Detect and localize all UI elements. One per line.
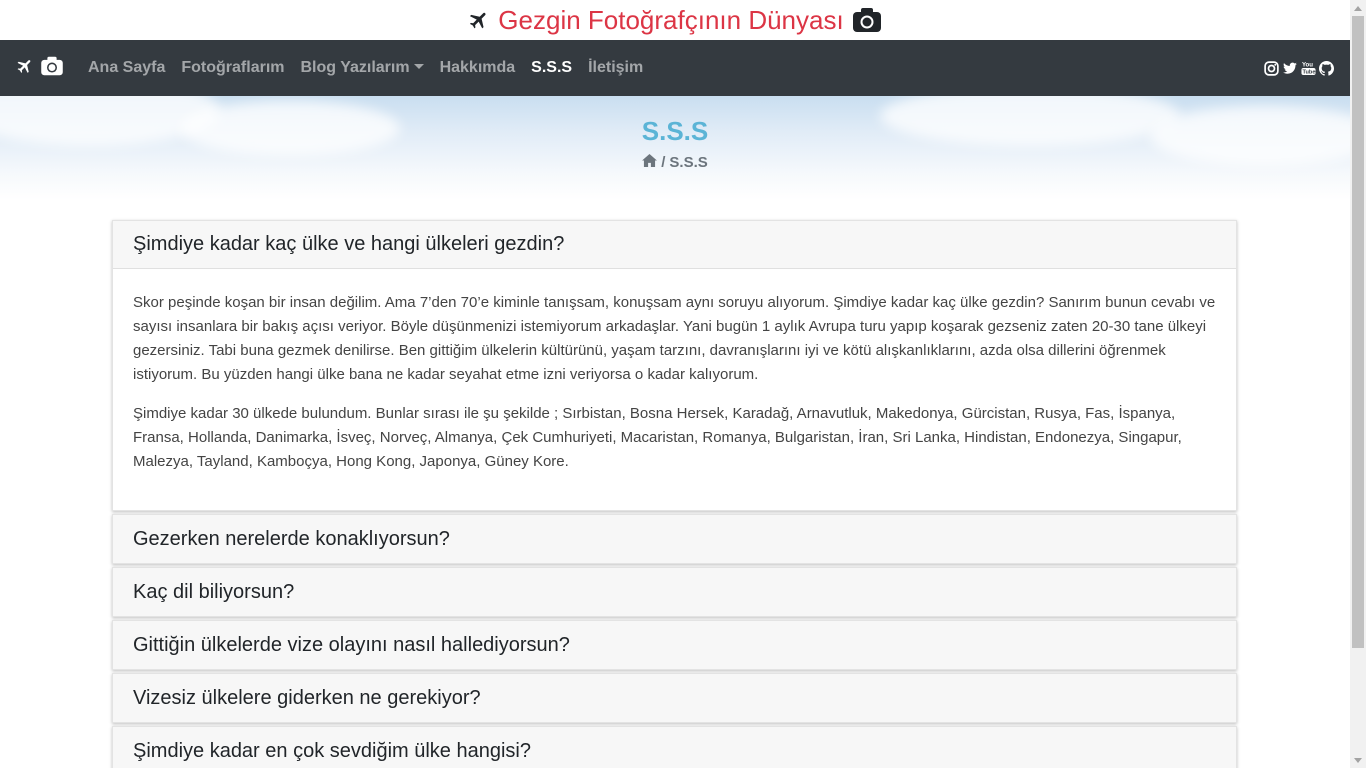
breadcrumb-separator: / bbox=[661, 154, 666, 171]
camera-icon bbox=[852, 7, 882, 33]
scroll-down-arrow-icon[interactable] bbox=[1350, 752, 1366, 768]
vertical-scrollbar[interactable] bbox=[1350, 0, 1366, 768]
svg-text:Tube: Tube bbox=[1303, 70, 1316, 76]
nav-links: Ana Sayfa Fotoğraflarım Blog Yazılarım H… bbox=[80, 40, 651, 96]
site-title[interactable]: Gezgin Fotoğrafçının Dünyası bbox=[498, 2, 843, 38]
nav-link-about[interactable]: Hakkımda bbox=[432, 40, 524, 96]
faq-answer-paragraph: Şimdiye kadar 30 ülkede bulundum. Bunlar… bbox=[133, 405, 1182, 470]
faq-question[interactable]: Vizesiz ülkelere giderken ne gerekiyor? bbox=[113, 674, 1236, 722]
breadcrumb-current: S.S.S bbox=[669, 154, 708, 171]
scrollbar-thumb[interactable] bbox=[1352, 16, 1364, 648]
faq-item: Gittiğin ülkelerde vize olayını nasıl ha… bbox=[112, 620, 1237, 670]
faq-item: Şimdiye kadar en çok sevdiğim ülke hangi… bbox=[112, 726, 1237, 768]
faq-answer: Skor peşinde koşan bir insan değilim. Am… bbox=[113, 269, 1236, 510]
nav-link-faq[interactable]: S.S.S bbox=[523, 40, 580, 96]
svg-text:You: You bbox=[1302, 62, 1313, 69]
social-links: You Tube bbox=[1264, 60, 1334, 76]
instagram-icon[interactable] bbox=[1264, 60, 1279, 76]
faq-question[interactable]: Gittiğin ülkelerde vize olayını nasıl ha… bbox=[113, 621, 1236, 669]
faq-item: Vizesiz ülkelere giderken ne gerekiyor? bbox=[112, 673, 1237, 723]
faq-accordion: Şimdiye kadar kaç ülke ve hangi ülkeleri… bbox=[112, 220, 1237, 768]
page-hero: S.S.S / S.S.S bbox=[0, 96, 1350, 200]
faq-question[interactable]: Şimdiye kadar kaç ülke ve hangi ülkeleri… bbox=[113, 221, 1236, 269]
faq-item: Kaç dil biliyorsun? bbox=[112, 567, 1237, 617]
nav-link-blog-label: Blog Yazılarım bbox=[300, 59, 410, 76]
breadcrumb: / S.S.S bbox=[0, 154, 1350, 171]
camera-icon bbox=[40, 56, 64, 81]
faq-question[interactable]: Kaç dil biliyorsun? bbox=[113, 568, 1236, 616]
faq-question[interactable]: Gezerken nerelerde konaklıyorsun? bbox=[113, 515, 1236, 563]
faq-item: Gezerken nerelerde konaklıyorsun? bbox=[112, 514, 1237, 564]
plane-icon bbox=[16, 57, 34, 80]
scroll-up-arrow-icon[interactable] bbox=[1350, 0, 1366, 16]
main-navbar: Ana Sayfa Fotoğraflarım Blog Yazılarım H… bbox=[0, 40, 1350, 96]
plane-icon bbox=[468, 9, 490, 31]
twitter-icon[interactable] bbox=[1282, 61, 1298, 76]
navbar-brand[interactable] bbox=[16, 56, 64, 81]
nav-link-home[interactable]: Ana Sayfa bbox=[80, 40, 173, 96]
nav-link-blog-dropdown[interactable]: Blog Yazılarım bbox=[293, 40, 432, 96]
nav-link-contact[interactable]: İletişim bbox=[580, 40, 651, 96]
faq-item: Şimdiye kadar kaç ülke ve hangi ülkeleri… bbox=[112, 220, 1237, 511]
faq-question[interactable]: Şimdiye kadar en çok sevdiğim ülke hangi… bbox=[113, 727, 1236, 768]
youtube-icon[interactable]: You Tube bbox=[1301, 60, 1316, 76]
home-icon[interactable] bbox=[642, 154, 658, 171]
site-header: Gezgin Fotoğrafçının Dünyası bbox=[0, 0, 1350, 40]
caret-down-icon bbox=[413, 64, 424, 69]
github-icon[interactable] bbox=[1319, 60, 1334, 76]
nav-link-photos[interactable]: Fotoğraflarım bbox=[173, 40, 292, 96]
faq-answer-paragraph: Skor peşinde koşan bir insan değilim. Am… bbox=[133, 294, 1216, 383]
page-title: S.S.S bbox=[641, 116, 709, 146]
